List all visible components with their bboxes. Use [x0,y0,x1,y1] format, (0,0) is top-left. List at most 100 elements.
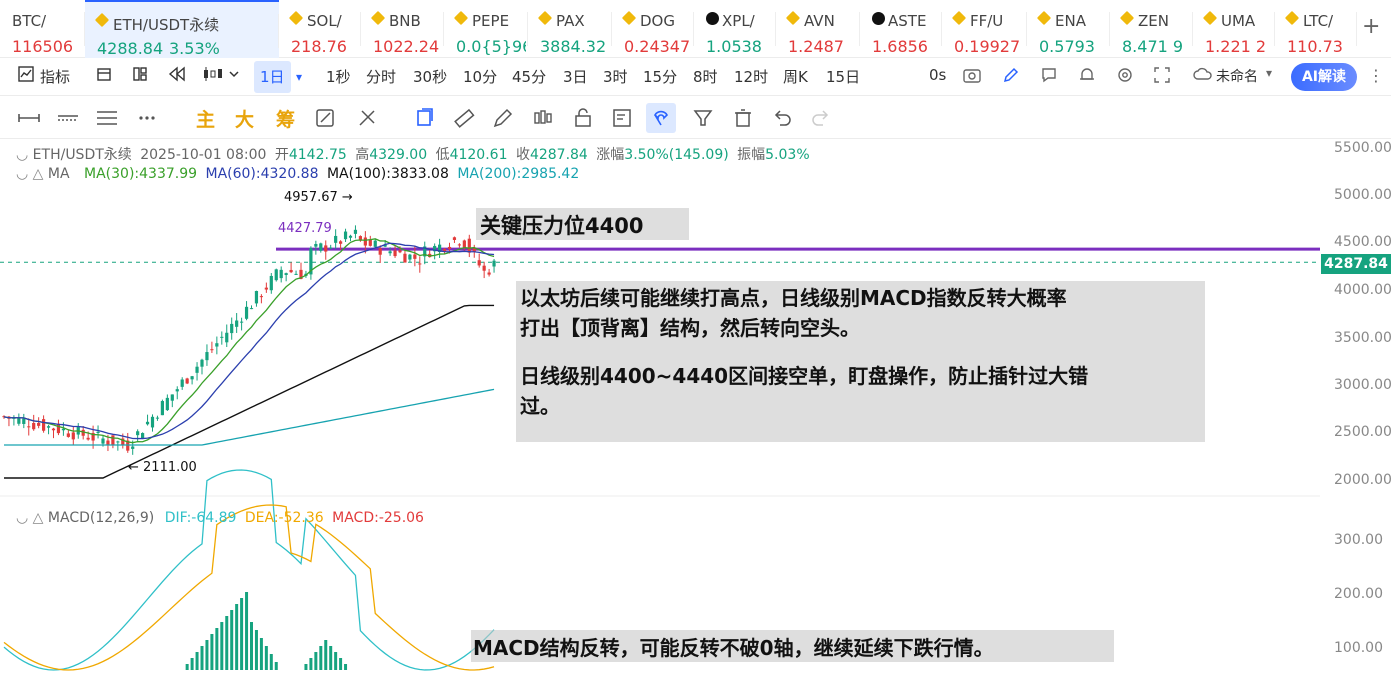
template-icon[interactable] [96,66,112,86]
candle-body [457,244,461,246]
ticker-tab-8[interactable]: AVN 1.2487 [776,0,860,58]
candle-body [487,272,491,275]
brush-icon[interactable] [488,103,518,133]
candle-body [418,263,422,265]
horizontal-ray-icon[interactable] [14,103,44,133]
ticker-tab-2[interactable]: SOL/218.76 [279,0,361,58]
big-order-toggle[interactable]: 大 [235,105,254,132]
candle-body [403,253,407,263]
ticker-price: 1.2487 [788,37,844,56]
macd-bar [245,592,249,670]
ticker-price: 218.76 [291,37,347,56]
interval-5[interactable]: 45分 [512,66,546,87]
candle-body [165,397,169,411]
interval-0[interactable]: 1日 [254,61,291,93]
ai-analysis-button[interactable]: AI解读 [1291,63,1357,91]
ticker-tab-11[interactable]: ENA 0.5793 [1027,0,1110,58]
ticker-tab-3[interactable]: BNB 1022.24 [361,0,444,58]
trash-icon[interactable] [728,103,758,133]
add-ticker-icon[interactable]: + [1362,14,1380,39]
candle-type-icon[interactable] [202,66,242,86]
edit-icon[interactable] [310,103,340,133]
cloud-icon[interactable] [1193,66,1213,86]
comment-icon[interactable] [1040,66,1058,88]
alert-icon[interactable] [1078,66,1096,88]
candle-body [339,241,343,244]
ticker-tab-9[interactable]: ASTE 1.6856 [860,0,942,58]
interval-1[interactable]: 1秒 [326,66,351,87]
chip-toggle[interactable]: 筹 [276,105,295,132]
channel-icon[interactable] [53,103,83,133]
candle-body [319,243,323,251]
price-axis-label: 2500.00 [1334,424,1391,440]
interval-3[interactable]: 30秒 [413,66,447,87]
ticker-name: ASTE [888,12,927,30]
coin-bnb-icon [621,10,637,26]
fullscreen-icon[interactable] [1153,66,1171,88]
alert-small-icon[interactable]: △ [33,510,44,526]
candle-body [240,321,244,323]
interval-11[interactable]: 周K [783,66,808,87]
more-tools-icon[interactable] [132,103,162,133]
candles-icon[interactable] [528,103,558,133]
pen-icon[interactable] [1002,66,1020,88]
ticker-tab-13[interactable]: UMA 1.221 2 [1193,0,1275,58]
interval-8[interactable]: 15分 [643,66,677,87]
eye-icon[interactable]: ◡ [16,510,28,526]
more-icon[interactable]: ⋮ [1368,66,1384,85]
low-annotation: ← 2111.00 [128,460,197,475]
candle-body [254,290,259,304]
ticker-tab-0[interactable]: BTC/116506 [0,0,85,58]
layout-name-dropdown[interactable]: 未命名 [1216,66,1258,86]
parallel-lines-icon[interactable] [92,103,122,133]
eye-icon[interactable]: ◡ [16,166,28,182]
filter-icon[interactable] [688,103,718,133]
candle-body [195,366,199,373]
ticker-tab-12[interactable]: ZEN 8.471 9 [1110,0,1193,58]
ruler-icon[interactable] [449,103,479,133]
main-chart-toggle[interactable]: 主 [196,105,215,132]
analysis-line-2: 打出【顶背离】结构，然后转向空头。 [520,316,860,340]
interval-chevron-icon[interactable]: ▾ [296,70,302,84]
macd-bar [304,664,308,670]
alert-small-icon[interactable]: △ [33,166,44,182]
key-level-note: 关键压力位4400 [476,208,689,240]
redo-icon[interactable] [806,103,836,133]
indicators-icon[interactable] [18,66,34,86]
interval-7[interactable]: 3时 [603,66,628,87]
interval-6[interactable]: 3日 [563,66,588,87]
replay-icon[interactable] [168,66,186,86]
macd-bar [205,640,209,670]
ticker-tab-6[interactable]: DOG 0.24347 [612,0,694,58]
undo-icon[interactable] [767,103,797,133]
layout-icon[interactable] [132,66,148,86]
ticker-tab-4[interactable]: PEPE 0.0{5}96 [444,0,528,58]
settings-icon[interactable] [1116,66,1134,88]
interval-9[interactable]: 8时 [693,66,718,87]
eraser-icon[interactable] [352,103,382,133]
interval-12[interactable]: 15日 [826,66,860,87]
copy-icon[interactable] [410,103,440,133]
ticker-tab-7[interactable]: XPL/1.0538 [694,0,776,58]
interval-4[interactable]: 10分 [463,66,497,87]
candle-body [264,287,268,290]
ticker-price: 3884.32 [540,37,607,56]
candle-body [373,240,377,247]
chevron-down-icon[interactable]: ▾ [1266,66,1272,80]
ticker-tab-5[interactable]: PAX 3884.32 [528,0,612,58]
ticker-tab-10[interactable]: FF/U 0.19927 [942,0,1027,58]
candle-body [145,421,150,425]
template-edit-icon[interactable] [607,103,637,133]
interval-2[interactable]: 分时 [366,66,396,87]
price-axis-label: 4000.00 [1334,282,1391,298]
macd-axis-label: 100.00 [1334,640,1383,656]
lock-icon[interactable] [568,103,598,133]
magnet-icon[interactable] [646,103,676,133]
indicators-button[interactable]: 指标 [40,66,70,87]
screenshot-icon[interactable] [962,66,982,88]
eye-icon[interactable]: ◡ [16,147,28,163]
coin-bnb-icon [94,12,110,28]
interval-10[interactable]: 12时 [734,66,768,87]
ticker-tab-14[interactable]: LTC/110.73 [1275,0,1357,58]
ticker-tab-1[interactable]: ETH/USDT永续 4288.84 3.53% [85,0,279,58]
